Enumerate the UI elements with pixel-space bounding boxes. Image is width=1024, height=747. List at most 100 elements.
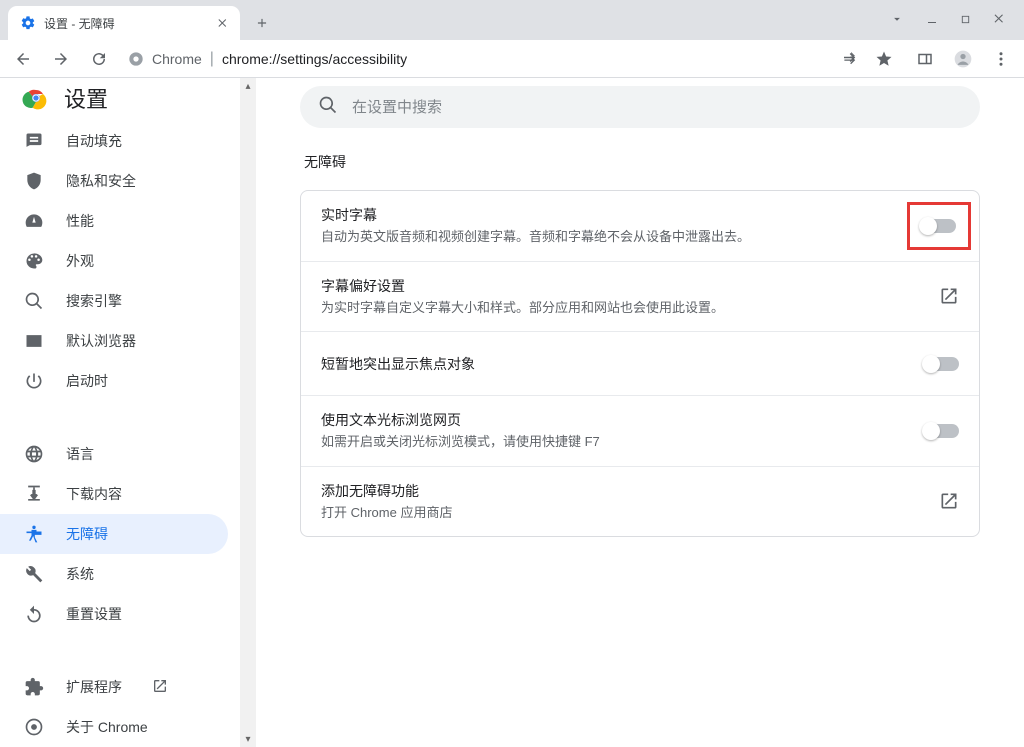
- row-add-accessibility[interactable]: 添加无障碍功能 打开 Chrome 应用商店: [301, 466, 979, 537]
- row-focus-highlight[interactable]: 短暂地突出显示焦点对象: [301, 331, 979, 395]
- external-link-icon: [939, 286, 959, 306]
- sidebar-item-label: 关于 Chrome: [66, 717, 148, 737]
- wrench-icon: [24, 564, 44, 584]
- sidebar-item-reset[interactable]: 重置设置: [0, 594, 228, 634]
- sidebar-item-label: 自动填充: [66, 131, 122, 151]
- chrome-outline-icon: [24, 717, 44, 737]
- accessibility-icon: [24, 524, 44, 544]
- row-caret-browsing[interactable]: 使用文本光标浏览网页 如需开启或关闭光标浏览模式，请使用快捷键 F7: [301, 395, 979, 466]
- scrollbar-up-icon[interactable]: ▴: [240, 78, 256, 94]
- address-separator: |: [210, 50, 214, 68]
- settings-search-row: [256, 78, 1024, 128]
- window-close-icon[interactable]: [993, 12, 1006, 28]
- address-url: chrome://settings/accessibility: [222, 51, 407, 67]
- sidebar-item-label: 系统: [66, 564, 94, 584]
- focus-highlight-toggle[interactable]: [925, 357, 959, 371]
- external-link-icon: [939, 491, 959, 511]
- sidebar-item-downloads[interactable]: 下载内容: [0, 474, 228, 514]
- window-minimize-icon[interactable]: [926, 12, 938, 28]
- share-icon[interactable]: [834, 44, 866, 74]
- power-icon: [24, 371, 44, 391]
- row-primary: 短暂地突出显示焦点对象: [321, 354, 909, 374]
- chrome-product-icon: [128, 51, 144, 67]
- live-caption-toggle[interactable]: [922, 219, 956, 233]
- autofill-icon: [24, 131, 44, 151]
- sidebar-item-about[interactable]: 关于 Chrome: [0, 707, 228, 747]
- highlight-box: [907, 202, 971, 250]
- address-bar[interactable]: Chrome | chrome://settings/accessibility: [120, 44, 904, 74]
- new-tab-button[interactable]: [248, 9, 276, 37]
- side-panel-icon[interactable]: [908, 44, 942, 74]
- browser-window-icon: [24, 331, 44, 351]
- settings-search-input[interactable]: [352, 99, 962, 116]
- sidebar-item-label: 性能: [66, 211, 94, 231]
- browser-tab-active[interactable]: 设置 - 无障碍: [8, 6, 240, 40]
- address-security-label: Chrome: [152, 51, 202, 67]
- tabs-dropdown-icon[interactable]: [890, 12, 904, 29]
- browser-tab-title: 设置 - 无障碍: [44, 15, 206, 32]
- sidebar-item-privacy[interactable]: 隐私和安全: [0, 161, 228, 201]
- speedometer-icon: [24, 211, 44, 231]
- sidebar-item-search-engine[interactable]: 搜索引擎: [0, 281, 228, 321]
- sidebar-item-autofill[interactable]: 自动填充: [0, 121, 228, 161]
- shield-icon: [24, 171, 44, 191]
- extension-icon: [24, 677, 44, 697]
- sidebar-item-performance[interactable]: 性能: [0, 201, 228, 241]
- section-title: 无障碍: [300, 142, 980, 190]
- sidebar-item-default-browser[interactable]: 默认浏览器: [0, 321, 228, 361]
- row-secondary: 为实时字幕自定义字幕大小和样式。部分应用和网站也会使用此设置。: [321, 298, 923, 318]
- sidebar-item-languages[interactable]: 语言: [0, 434, 228, 474]
- sidebar-item-label: 下载内容: [66, 484, 122, 504]
- search-icon: [318, 95, 338, 120]
- browser-tabstrip: 设置 - 无障碍: [0, 0, 1024, 40]
- settings-card: 实时字幕 自动为英文版音频和视频创建字幕。音频和字幕绝不会从设备中泄露出去。 字…: [300, 190, 980, 537]
- sidebar-item-appearance[interactable]: 外观: [0, 241, 228, 281]
- row-caption-prefs[interactable]: 字幕偏好设置 为实时字幕自定义字幕大小和样式。部分应用和网站也会使用此设置。: [301, 261, 979, 332]
- window-controls: [872, 0, 1024, 40]
- back-button[interactable]: [6, 44, 40, 74]
- browser-toolbar: Chrome | chrome://settings/accessibility: [0, 40, 1024, 78]
- settings-brand: 设置: [0, 78, 256, 117]
- row-secondary: 打开 Chrome 应用商店: [321, 503, 923, 523]
- settings-content: 无障碍 实时字幕 自动为英文版音频和视频创建字幕。音频和字幕绝不会从设备中泄露出…: [300, 142, 980, 537]
- gear-icon: [20, 15, 36, 31]
- row-live-caption[interactable]: 实时字幕 自动为英文版音频和视频创建字幕。音频和字幕绝不会从设备中泄露出去。: [301, 191, 979, 261]
- sidebar-divider: [0, 654, 256, 655]
- row-primary: 实时字幕: [321, 205, 891, 225]
- row-primary: 使用文本光标浏览网页: [321, 410, 909, 430]
- sidebar-column: ▴ ▾ 设置 自动填充: [0, 78, 256, 747]
- window-maximize-icon[interactable]: [960, 12, 971, 28]
- caret-browsing-toggle[interactable]: [925, 424, 959, 438]
- bookmark-icon[interactable]: [868, 44, 900, 74]
- sidebar-item-onstartup[interactable]: 启动时: [0, 361, 228, 401]
- overflow-menu-icon[interactable]: [984, 44, 1018, 74]
- sidebar-item-accessibility[interactable]: 无障碍: [0, 514, 228, 554]
- palette-icon: [24, 251, 44, 271]
- row-primary: 添加无障碍功能: [321, 481, 923, 501]
- sidebar-item-label: 语言: [66, 444, 94, 464]
- sidebar-item-label: 扩展程序: [66, 677, 122, 697]
- scrollbar-down-icon[interactable]: ▾: [240, 731, 256, 747]
- sidebar-item-label: 搜索引擎: [66, 291, 122, 311]
- sidebar-divider: [0, 421, 256, 422]
- sidebar-item-label: 隐私和安全: [66, 171, 136, 191]
- sidebar-item-system[interactable]: 系统: [0, 554, 228, 594]
- settings-search[interactable]: [300, 86, 980, 128]
- toolbar-right-actions: [834, 44, 900, 74]
- row-secondary: 如需开启或关闭光标浏览模式，请使用快捷键 F7: [321, 432, 909, 452]
- chrome-logo-icon: [24, 86, 48, 110]
- row-secondary: 自动为英文版音频和视频创建字幕。音频和字幕绝不会从设备中泄露出去。: [321, 227, 891, 247]
- search-icon: [24, 291, 44, 311]
- download-icon: [24, 484, 44, 504]
- sidebar-item-label: 重置设置: [66, 604, 122, 624]
- tab-close-icon[interactable]: [214, 15, 230, 31]
- sidebar-item-label: 外观: [66, 251, 94, 271]
- sidebar-item-label: 无障碍: [66, 524, 108, 544]
- reload-button[interactable]: [82, 44, 116, 74]
- profile-icon[interactable]: [946, 44, 980, 74]
- globe-icon: [24, 444, 44, 464]
- forward-button[interactable]: [44, 44, 78, 74]
- settings-main: 无障碍 实时字幕 自动为英文版音频和视频创建字幕。音频和字幕绝不会从设备中泄露出…: [256, 78, 1024, 747]
- sidebar-scrollbar[interactable]: ▴ ▾: [240, 78, 256, 747]
- sidebar-item-extensions[interactable]: 扩展程序: [0, 667, 228, 707]
